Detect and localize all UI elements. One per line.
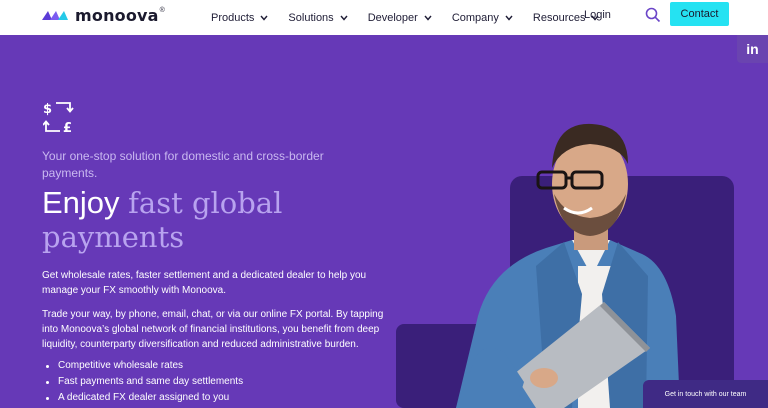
nav-item-developer[interactable]: Developer [368, 0, 432, 35]
bullet-dot [46, 396, 49, 400]
feature-list: Competitive wholesale rates Fast payment… [46, 358, 243, 406]
headline-plain: Enjoy [42, 185, 120, 220]
login-link[interactable]: Login [584, 9, 611, 21]
logo-registered-mark: ® [159, 6, 165, 14]
logo-text: monoova [75, 5, 159, 25]
search-icon[interactable] [645, 7, 661, 23]
list-item: A dedicated FX dealer assigned to you [46, 390, 243, 406]
hero-paragraph-1: Get wholesale rates, faster settlement a… [42, 270, 367, 296]
bullet-dot [46, 380, 49, 384]
nav-item-solutions[interactable]: Solutions [288, 0, 348, 35]
linkedin-icon[interactable]: in [737, 35, 768, 63]
chevron-down-icon [424, 15, 432, 21]
hero-headline: Enjoy fast global payments [42, 185, 422, 255]
list-item: Competitive wholesale rates [46, 358, 243, 374]
headline-emphasis-2: payments [42, 220, 185, 254]
nav-label: Products [211, 11, 255, 24]
list-item-text: Fast payments and same day settlements [58, 376, 244, 387]
list-item: Fast payments and same day settlements [46, 374, 243, 390]
nav-label: Company [451, 11, 499, 24]
chevron-down-icon [505, 15, 513, 21]
nav-item-products[interactable]: Products [211, 0, 268, 35]
get-in-touch-button[interactable]: Get in touch with our team [643, 380, 768, 408]
headline-emphasis-1: fast global [128, 186, 283, 220]
hero-person-image [396, 123, 734, 408]
list-item-text: A dedicated FX dealer assigned to you [58, 392, 230, 403]
hero-tagline: Your one-stop solution for domestic and … [42, 149, 324, 180]
svg-text:$: $ [43, 102, 52, 117]
site-header: monoova ® Products Solutions Developer C… [0, 0, 768, 35]
list-item-text: Competitive wholesale rates [58, 360, 184, 371]
nav-label: Solutions [288, 11, 334, 24]
bullet-dot [46, 364, 49, 368]
monoova-logo[interactable]: monoova ® [41, 5, 165, 25]
nav-label: Developer [367, 11, 418, 24]
nav-item-company[interactable]: Company [452, 0, 513, 35]
chevron-down-icon [340, 15, 348, 21]
svg-text:£: £ [63, 121, 72, 134]
nav-label: Resources [532, 11, 586, 24]
hero-paragraph-2: Trade your way, by phone, email, chat, o… [42, 309, 384, 350]
contact-button[interactable]: Contact [670, 2, 729, 26]
chevron-down-icon [260, 15, 268, 21]
main-nav: Products Solutions Developer Company Res… [211, 0, 619, 35]
logo-mark-icon [42, 11, 68, 20]
fx-exchange-icon: $ £ [43, 102, 74, 134]
